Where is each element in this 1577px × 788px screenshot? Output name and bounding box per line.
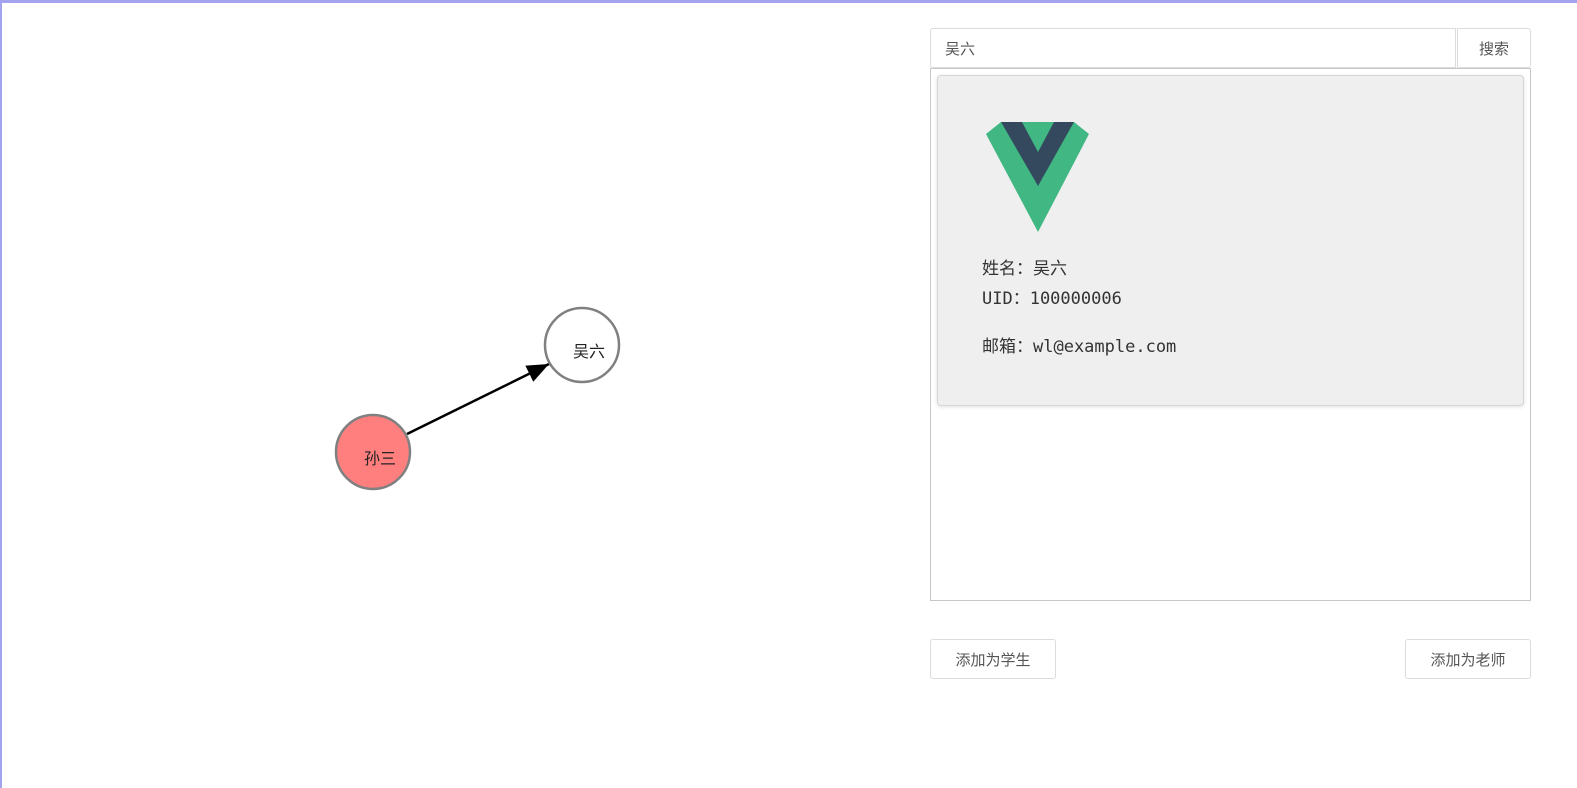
user-result-card[interactable]: 姓名：吴六 UID：100000006 邮箱：wl@example.com: [937, 75, 1524, 406]
search-button[interactable]: 搜索: [1457, 28, 1531, 68]
search-input[interactable]: [930, 28, 1456, 68]
user-email: 邮箱：wl@example.com: [982, 337, 1177, 357]
graph-canvas[interactable]: 孙三 吴六: [2, 3, 902, 783]
graph-node-target[interactable]: 吴六: [543, 306, 621, 384]
node-label-source: 孙三: [364, 449, 396, 468]
add-as-teacher-button[interactable]: 添加为老师: [1405, 639, 1531, 679]
graph-edge: [406, 362, 550, 436]
relationship-graph[interactable]: 孙三 吴六: [2, 3, 902, 783]
add-as-student-button[interactable]: 添加为学生: [930, 639, 1056, 679]
graph-node-source[interactable]: 孙三: [334, 413, 412, 491]
user-name: 姓名：吴六: [982, 259, 1067, 279]
user-uid: UID：100000006: [982, 289, 1122, 309]
vue-logo-icon: [986, 122, 1089, 232]
search-results-panel[interactable]: 姓名：吴六 UID：100000006 邮箱：wl@example.com: [930, 68, 1531, 601]
node-label-target: 吴六: [573, 342, 605, 361]
